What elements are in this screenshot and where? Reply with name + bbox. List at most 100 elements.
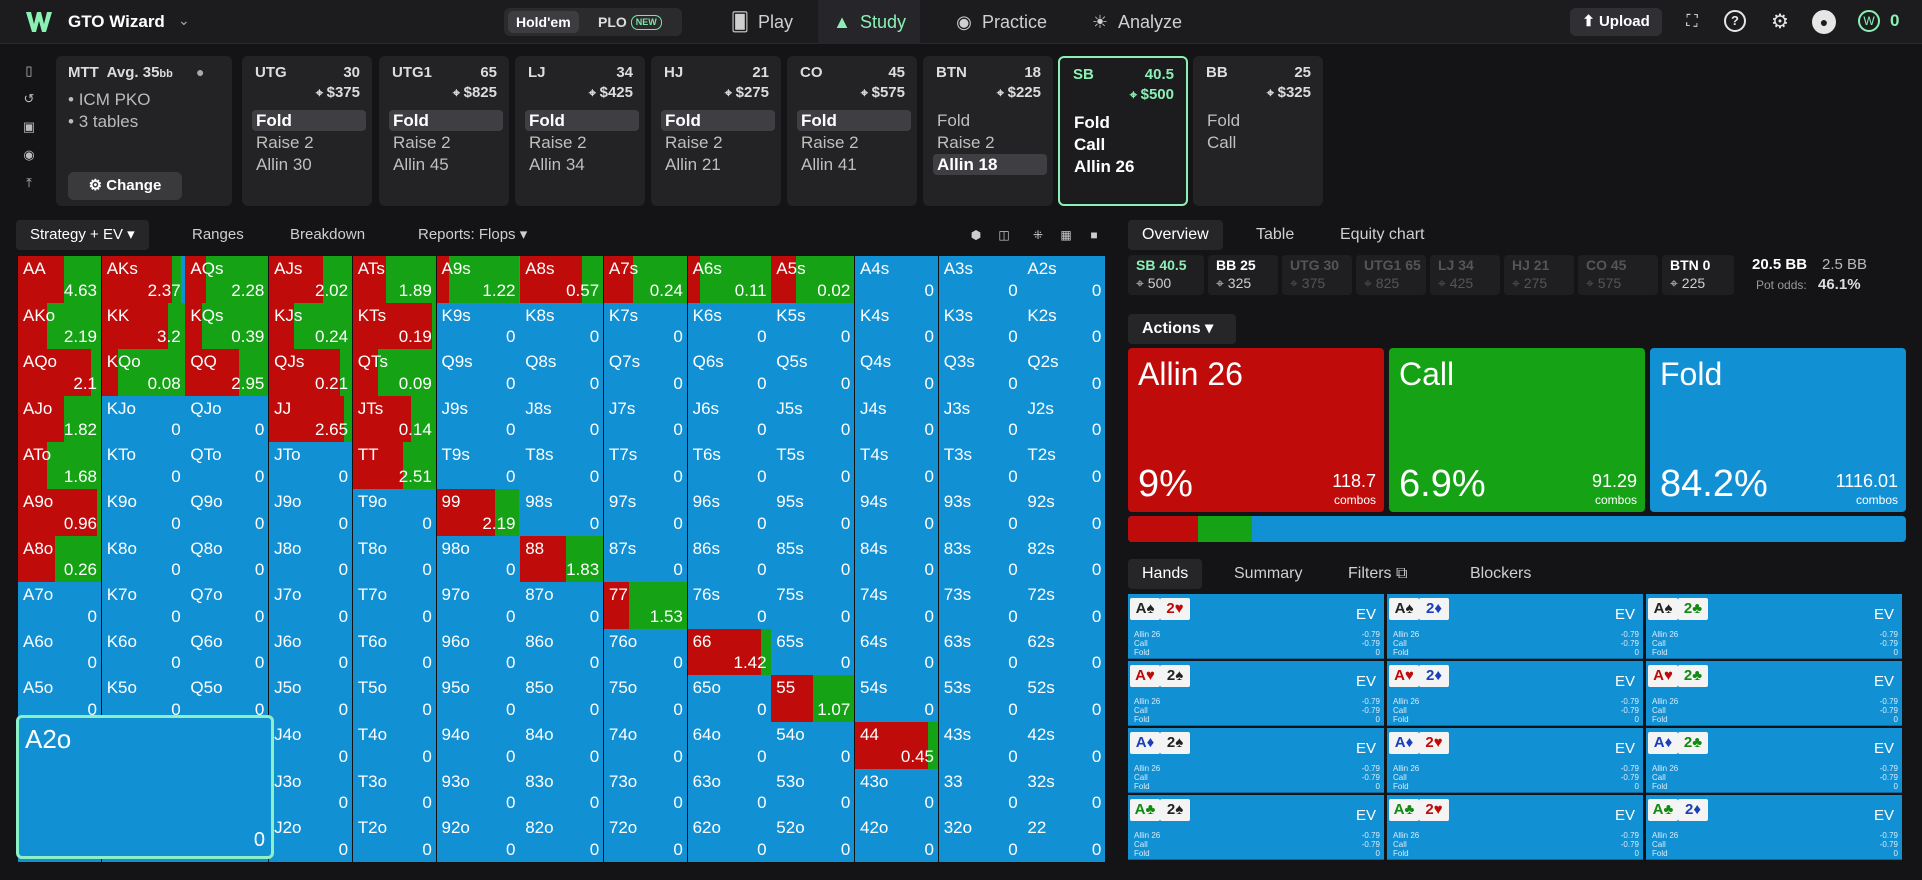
hand-cell[interactable]: 83o 0: [520, 768, 605, 817]
position-btn[interactable]: BTN 18 ⌖ $225 Fold Raise 2 Allin 18: [923, 56, 1053, 206]
action-call[interactable]: Call 6.9% 91.29 combos: [1389, 348, 1645, 512]
hand-cell[interactable]: 53s 0: [938, 675, 1023, 723]
action-option[interactable]: Raise 2: [525, 132, 639, 153]
hand-cell[interactable]: T7s 0: [603, 442, 688, 490]
hand-cell[interactable]: 52o 0: [771, 815, 856, 863]
hand-cell[interactable]: 22 0: [1022, 815, 1107, 863]
hand-cell[interactable]: 98o 0: [436, 535, 521, 584]
tab-blockers[interactable]: Blockers: [1456, 559, 1545, 589]
action-option[interactable]: Allin 34: [525, 154, 639, 175]
position-hj[interactable]: HJ 21 ⌖ $275 Fold Raise 2 Allin 21: [651, 56, 781, 206]
hand-cell[interactable]: 83s 0: [938, 535, 1023, 584]
hand-combo[interactable]: A♠ 2♣ EV Allin 26 -0.79 Call -0.79 Fold 0: [1646, 594, 1902, 659]
hand-combo[interactable]: A♥ 2♣ EV Allin 26 -0.79 Call -0.79 Fold 0: [1646, 661, 1902, 726]
user-icon[interactable]: ●: [1812, 10, 1836, 34]
hand-cell[interactable]: J6s 0: [687, 395, 772, 444]
hand-cell[interactable]: A8o 0.26: [18, 535, 102, 584]
tab-equity-chart[interactable]: Equity chart: [1326, 220, 1438, 250]
hand-cell[interactable]: 84s 0: [855, 535, 939, 584]
hand-cell[interactable]: QJs 0.21: [269, 349, 354, 397]
hand-cell[interactable]: 62s 0: [1022, 628, 1107, 677]
tab-filters[interactable]: Filters ⧉: [1334, 559, 1421, 589]
hand-cell[interactable]: J7s 0: [603, 395, 688, 444]
action-option[interactable]: Fold: [1070, 112, 1184, 133]
hand-cell[interactable]: QTs 0.09: [352, 349, 437, 397]
hand-cell[interactable]: 74s 0: [855, 582, 939, 630]
hand-cell[interactable]: 82o 0: [520, 815, 605, 863]
hand-cell[interactable]: 93s 0: [938, 489, 1023, 537]
hand-cell[interactable]: 54s 0: [855, 675, 939, 723]
hand-combo[interactable]: A♣ 2♦ EV Allin 26 -0.79 Call -0.79 Fold 0: [1646, 795, 1902, 860]
hand-cell[interactable]: Q8s 0: [520, 349, 605, 397]
hand-cell[interactable]: AQs 2.28: [185, 256, 270, 304]
hand-cell[interactable]: 64s 0: [855, 628, 939, 677]
hand-cell[interactable]: J2s 0: [1022, 395, 1107, 444]
position-lj[interactable]: LJ 34 ⌖ $425 Fold Raise 2 Allin 34: [515, 56, 645, 206]
hand-cell[interactable]: Q6o 0: [185, 628, 270, 677]
position-utg1[interactable]: UTG1 65 ⌖ $825 Fold Raise 2 Allin 45: [379, 56, 509, 206]
hand-cell[interactable]: 66 1.42: [687, 628, 772, 677]
hand-cell[interactable]: 85o 0: [520, 675, 605, 723]
hand-cell[interactable]: 86s 0: [687, 535, 772, 584]
hand-cell[interactable]: 43s 0: [938, 722, 1023, 770]
hand-cell[interactable]: Q7s 0: [603, 349, 688, 397]
action-option[interactable]: Call: [1070, 134, 1184, 155]
hand-cell[interactable]: Q9s 0: [436, 349, 521, 397]
action-option[interactable]: Allin 18: [933, 154, 1047, 175]
tab-hands[interactable]: Hands: [1128, 559, 1203, 589]
hand-cell[interactable]: J9s 0: [436, 395, 521, 444]
hand-cell[interactable]: 98s 0: [520, 489, 605, 537]
save-icon[interactable]: ▣: [20, 118, 38, 136]
hand-cell[interactable]: T2o 0: [352, 815, 437, 863]
action-option[interactable]: Fold: [252, 110, 366, 131]
hand-cell[interactable]: T7o 0: [352, 582, 437, 630]
hand-cell[interactable]: 63o 0: [687, 768, 772, 817]
hand-cell[interactable]: 75o 0: [603, 675, 688, 723]
position-co[interactable]: CO 45 ⌖ $575 Fold Raise 2 Allin 41: [787, 56, 917, 206]
hand-cell[interactable]: 96s 0: [687, 489, 772, 537]
gamepad-icon[interactable]: ◉: [20, 146, 38, 164]
hand-cell[interactable]: 85s 0: [771, 535, 856, 584]
action-option[interactable]: Allin 45: [389, 154, 503, 175]
hand-cell[interactable]: KQo 0.08: [101, 349, 186, 397]
hand-cell[interactable]: 55 1.07: [771, 675, 856, 723]
hand-cell[interactable]: A7o 0: [18, 582, 102, 630]
hand-cell[interactable]: A8s 0.57: [520, 256, 605, 304]
pos-card[interactable]: HJ 21 ⌖ 275: [1504, 255, 1574, 295]
hand-cell[interactable]: KJo 0: [101, 395, 186, 444]
position-utg[interactable]: UTG 30 ⌖ $375 Fold Raise 2 Allin 30: [242, 56, 372, 206]
hand-cell[interactable]: 82s 0: [1022, 535, 1107, 584]
pos-card[interactable]: UTG1 65 ⌖ 825: [1356, 255, 1426, 295]
hand-cell[interactable]: A9o 0.96: [18, 489, 102, 537]
hand-cell[interactable]: K6o 0: [101, 628, 186, 677]
hand-combo[interactable]: A♦ 2♠ EV Allin 26 -0.79 Call -0.79 Fold 0: [1128, 728, 1384, 793]
hand-cell[interactable]: 54o 0: [771, 722, 856, 770]
hand-cell[interactable]: K3s 0: [938, 302, 1023, 351]
action-option[interactable]: Fold: [661, 110, 775, 131]
action-option[interactable]: Raise 2: [389, 132, 503, 153]
hand-cell[interactable]: A6o 0: [18, 628, 102, 677]
plo-button[interactable]: PLO NEW: [590, 11, 670, 33]
hand-cell[interactable]: 92o 0: [436, 815, 521, 863]
action-option[interactable]: Allin 41: [797, 154, 911, 175]
hand-cell[interactable]: 63s 0: [938, 628, 1023, 677]
tab-reports-flops[interactable]: Reports: Flops ▾: [404, 220, 541, 250]
hand-cell[interactable]: Q9o 0: [185, 489, 270, 537]
grid-icon[interactable]: ▦: [1054, 223, 1078, 247]
hand-cell[interactable]: QTo 0: [185, 442, 270, 490]
hand-cell[interactable]: 73s 0: [938, 582, 1023, 630]
hand-cell[interactable]: K2s 0: [1022, 302, 1107, 351]
hand-cell[interactable]: JJ 2.65: [269, 395, 354, 444]
hand-cell[interactable]: KTs 0.19: [352, 302, 437, 351]
selected-hand-cell[interactable]: A2o 0: [16, 715, 274, 859]
hand-cell[interactable]: T5s 0: [771, 442, 856, 490]
action-option[interactable]: Raise 2: [797, 132, 911, 153]
hand-cell[interactable]: 87s 0: [603, 535, 688, 584]
logo-icon[interactable]: [24, 9, 54, 35]
pos-card[interactable]: UTG 30 ⌖ 375: [1282, 255, 1352, 295]
hand-cell[interactable]: AJs 2.02: [269, 256, 354, 304]
chevron-down-icon[interactable]: ⌄: [178, 12, 190, 29]
hand-cell[interactable]: 32s 0: [1022, 768, 1107, 817]
tab-summary[interactable]: Summary: [1220, 559, 1316, 589]
single-view-icon[interactable]: ■: [1082, 223, 1106, 247]
